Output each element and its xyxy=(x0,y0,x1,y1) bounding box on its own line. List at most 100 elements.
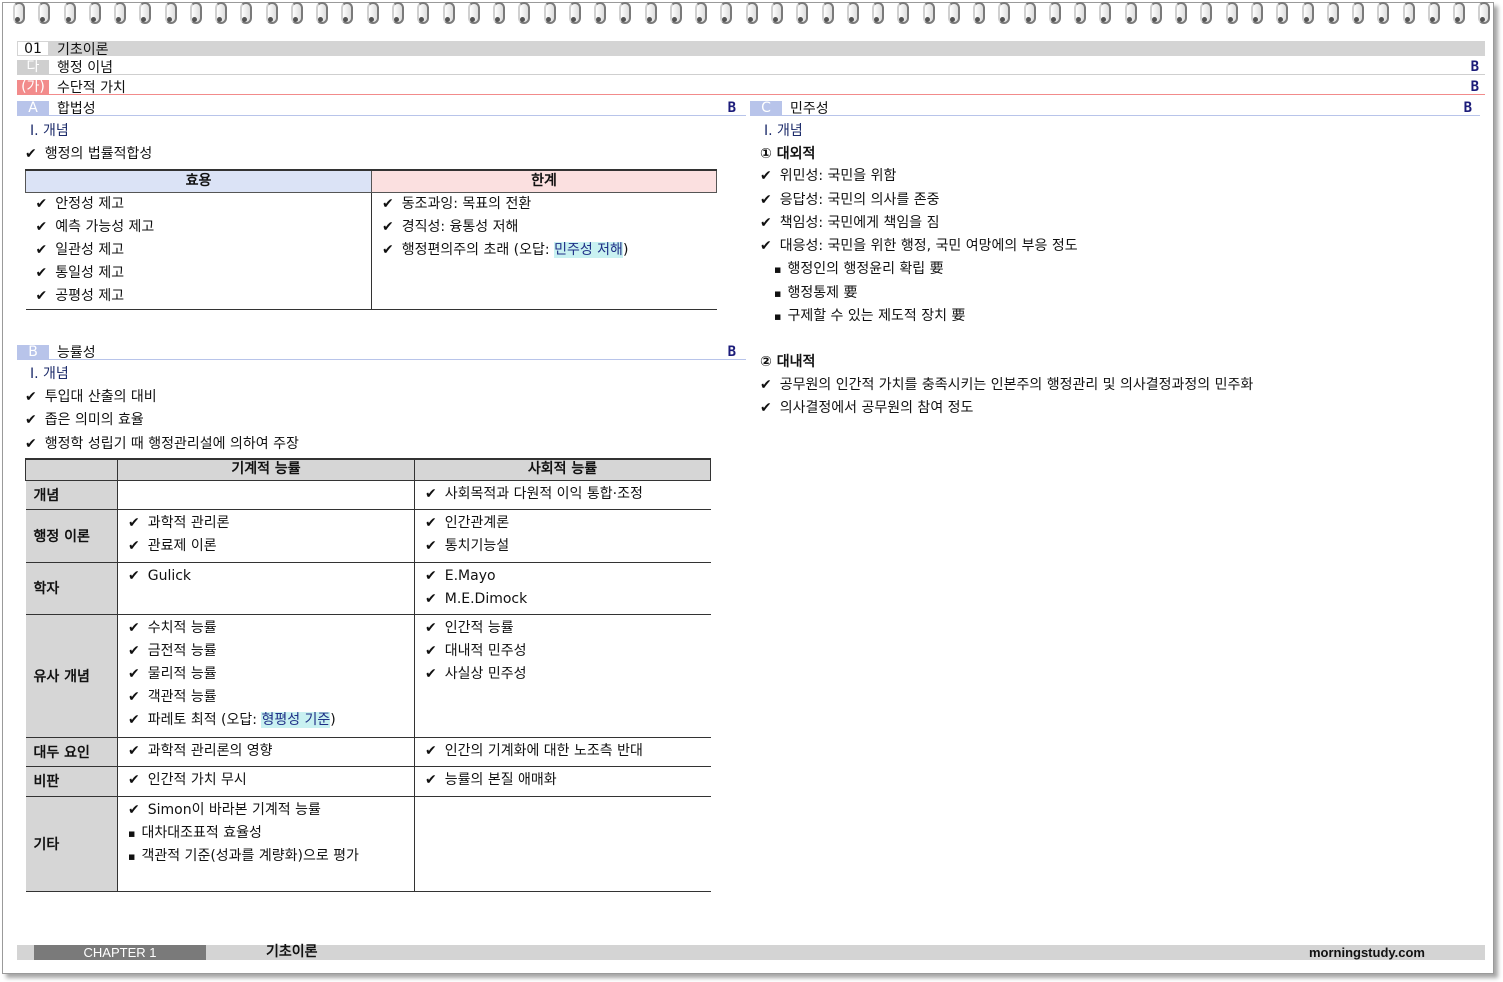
binder-ring xyxy=(111,0,127,26)
binder-ring xyxy=(515,0,531,26)
binder-ring xyxy=(1223,0,1238,26)
row-head: 비판 xyxy=(25,765,118,797)
legality-table: 효용 한계 안정성 제고 예측 가능성 제고 일관성 제고 통일성 제고 공평성… xyxy=(25,169,717,310)
social-item: 대내적 민주성 xyxy=(425,640,703,663)
mechanical-item: 물리적 능률 xyxy=(128,663,406,686)
subsection-bar: (가) 수단적 가치 B xyxy=(17,80,1485,96)
external-item: 책임성: 국민에게 책임을 짐 xyxy=(760,214,940,232)
limit-item: 동조과잉: 목표의 전환 xyxy=(382,193,717,216)
social-cell: 능률의 본질 애매화 xyxy=(414,765,711,797)
binder-ring xyxy=(490,0,506,26)
limit-item: 행정편의주의 초래 (오답: 민주성 저해) xyxy=(382,239,717,262)
mechanical-cell: 과학적 관리론 관료제 이론 xyxy=(117,508,415,563)
binder-ring xyxy=(819,0,834,26)
mechanical-subitem: 객관적 기준(성과를 계량화)으로 평가 xyxy=(128,845,406,868)
social-item: 사회목적과 다원적 이익 통합·조정 xyxy=(425,483,703,506)
mechanical-cell xyxy=(117,479,415,510)
binder-rings xyxy=(10,0,1491,28)
efficiency-table: 기계적 능률 사회적 능률 개념 사회목적과 다원적 이익 통합·조정 행정 이… xyxy=(25,458,711,892)
binder-ring xyxy=(566,0,581,26)
topic-c-label: C xyxy=(750,101,782,116)
footer-bar: CHAPTER 1 기초이론 morningstudy.com xyxy=(17,945,1485,960)
binder-ring xyxy=(616,0,632,26)
external-subitem: 행정통제 要 xyxy=(774,284,857,303)
mechanical-item: 관료제 이론 xyxy=(128,535,406,558)
binder-ring xyxy=(844,0,859,26)
binder-ring xyxy=(768,0,783,26)
section-bar: 다 행정 이념 B xyxy=(17,60,1485,76)
mechanical-cell: Simon이 바라본 기계적 능률 대차대조표적 효율성 객관적 기준(성과를 … xyxy=(117,795,415,892)
social-cell: 인간의 기계화에 대한 노조측 반대 xyxy=(414,736,711,767)
effect-item: 안정성 제고 xyxy=(36,193,372,216)
topic-c-bar: C 민주성 B xyxy=(750,101,1480,117)
binder-ring xyxy=(263,0,278,26)
external-heading: ① 대외적 xyxy=(760,146,816,162)
binder-ring xyxy=(1071,0,1087,26)
mechanical-item: 과학적 관리론 xyxy=(128,512,406,535)
internal-heading: ② 대내적 xyxy=(760,354,816,370)
social-cell: 사회목적과 다원적 이익 통합·조정 xyxy=(414,479,711,510)
mechanical-item: 파레토 최적 (오답: 형평성 기준) xyxy=(128,709,406,732)
topic-b-concept-heading: Ⅰ. 개념 xyxy=(30,366,69,382)
binder-ring xyxy=(717,0,733,26)
topic-b-bar: B 능률성 B xyxy=(17,345,746,361)
pareto-text: 파레토 최적 (오답: xyxy=(147,711,262,728)
topic-a-concept-heading: Ⅰ. 개념 xyxy=(30,123,69,139)
mechanical-subitem: 대차대조표적 효율성 xyxy=(128,822,406,845)
binder-ring xyxy=(1096,0,1112,26)
limit-suffix: ) xyxy=(622,241,629,258)
binder-ring xyxy=(1273,0,1289,26)
topic-c-concept-heading: Ⅰ. 개념 xyxy=(764,123,803,139)
limits-cell: 동조과잉: 목표의 전환 경직성: 융통성 저해 행정편의주의 초래 (오답: … xyxy=(371,192,717,310)
binder-ring xyxy=(667,0,682,26)
binder-ring xyxy=(642,0,657,26)
external-subitem: 구제할 수 있는 제도적 장치 要 xyxy=(774,307,965,326)
mechanical-item: 인간적 가치 무시 xyxy=(128,769,406,792)
row-head: 대두 요인 xyxy=(25,736,118,767)
limit-highlight: 민주성 저해 xyxy=(554,241,623,258)
chapter-number: 01 xyxy=(17,41,49,57)
social-item: 통치기능설 xyxy=(425,535,703,558)
binder-ring xyxy=(591,0,607,26)
binder-ring xyxy=(212,0,228,26)
binder-ring xyxy=(1324,0,1339,26)
binder-ring xyxy=(61,0,76,26)
effect-item: 공평성 제고 xyxy=(36,285,372,308)
section-label: 다 xyxy=(17,60,49,75)
footer-title: 기초이론 xyxy=(266,944,318,960)
binder-ring xyxy=(136,0,152,26)
binder-ring xyxy=(288,0,303,26)
binder-ring xyxy=(237,0,253,26)
limit-text: 행정편의주의 초래 (오답: xyxy=(401,241,555,258)
mechanical-header: 기계적 능률 xyxy=(117,458,415,481)
binder-ring xyxy=(869,0,885,26)
binder-ring xyxy=(1046,0,1061,26)
footer-site: morningstudy.com xyxy=(1308,945,1425,960)
topic-b-concept-item: 투입대 산출의 대비 xyxy=(25,388,157,406)
binder-ring xyxy=(1475,0,1491,26)
binder-ring xyxy=(414,0,430,26)
binder-ring xyxy=(1349,0,1365,26)
topic-b-concept-item: 좁은 의미의 효율 xyxy=(25,411,144,429)
binder-ring xyxy=(793,0,809,26)
topic-a-label: A xyxy=(17,101,49,116)
internal-item: 공무원의 인간적 가치를 충족시키는 인본주의 행정관리 및 의사결정과정의 민… xyxy=(760,376,1254,394)
chapter-bar: 01 기초이론 xyxy=(17,41,1485,58)
social-cell: 인간관계론 통치기능설 xyxy=(414,508,711,563)
topic-a-title: 합법성 xyxy=(57,101,96,117)
topic-b-title: 능률성 xyxy=(57,345,96,361)
binder-ring xyxy=(995,0,1011,26)
binder-ring xyxy=(894,0,910,26)
corner-header xyxy=(25,458,118,481)
binder-ring xyxy=(10,0,25,26)
binder-ring xyxy=(440,0,455,26)
chapter-title: 기초이론 xyxy=(57,41,109,58)
binder-ring xyxy=(692,0,708,26)
binder-ring xyxy=(743,0,758,26)
mechanical-item: 금전적 능률 xyxy=(128,640,406,663)
binder-ring xyxy=(86,0,101,26)
row-head: 행정 이론 xyxy=(25,508,118,563)
social-header: 사회적 능률 xyxy=(414,458,711,481)
topic-a-grade: B xyxy=(727,100,736,116)
effects-cell: 안정성 제고 예측 가능성 제고 일관성 제고 통일성 제고 공평성 제고 xyxy=(25,192,372,310)
